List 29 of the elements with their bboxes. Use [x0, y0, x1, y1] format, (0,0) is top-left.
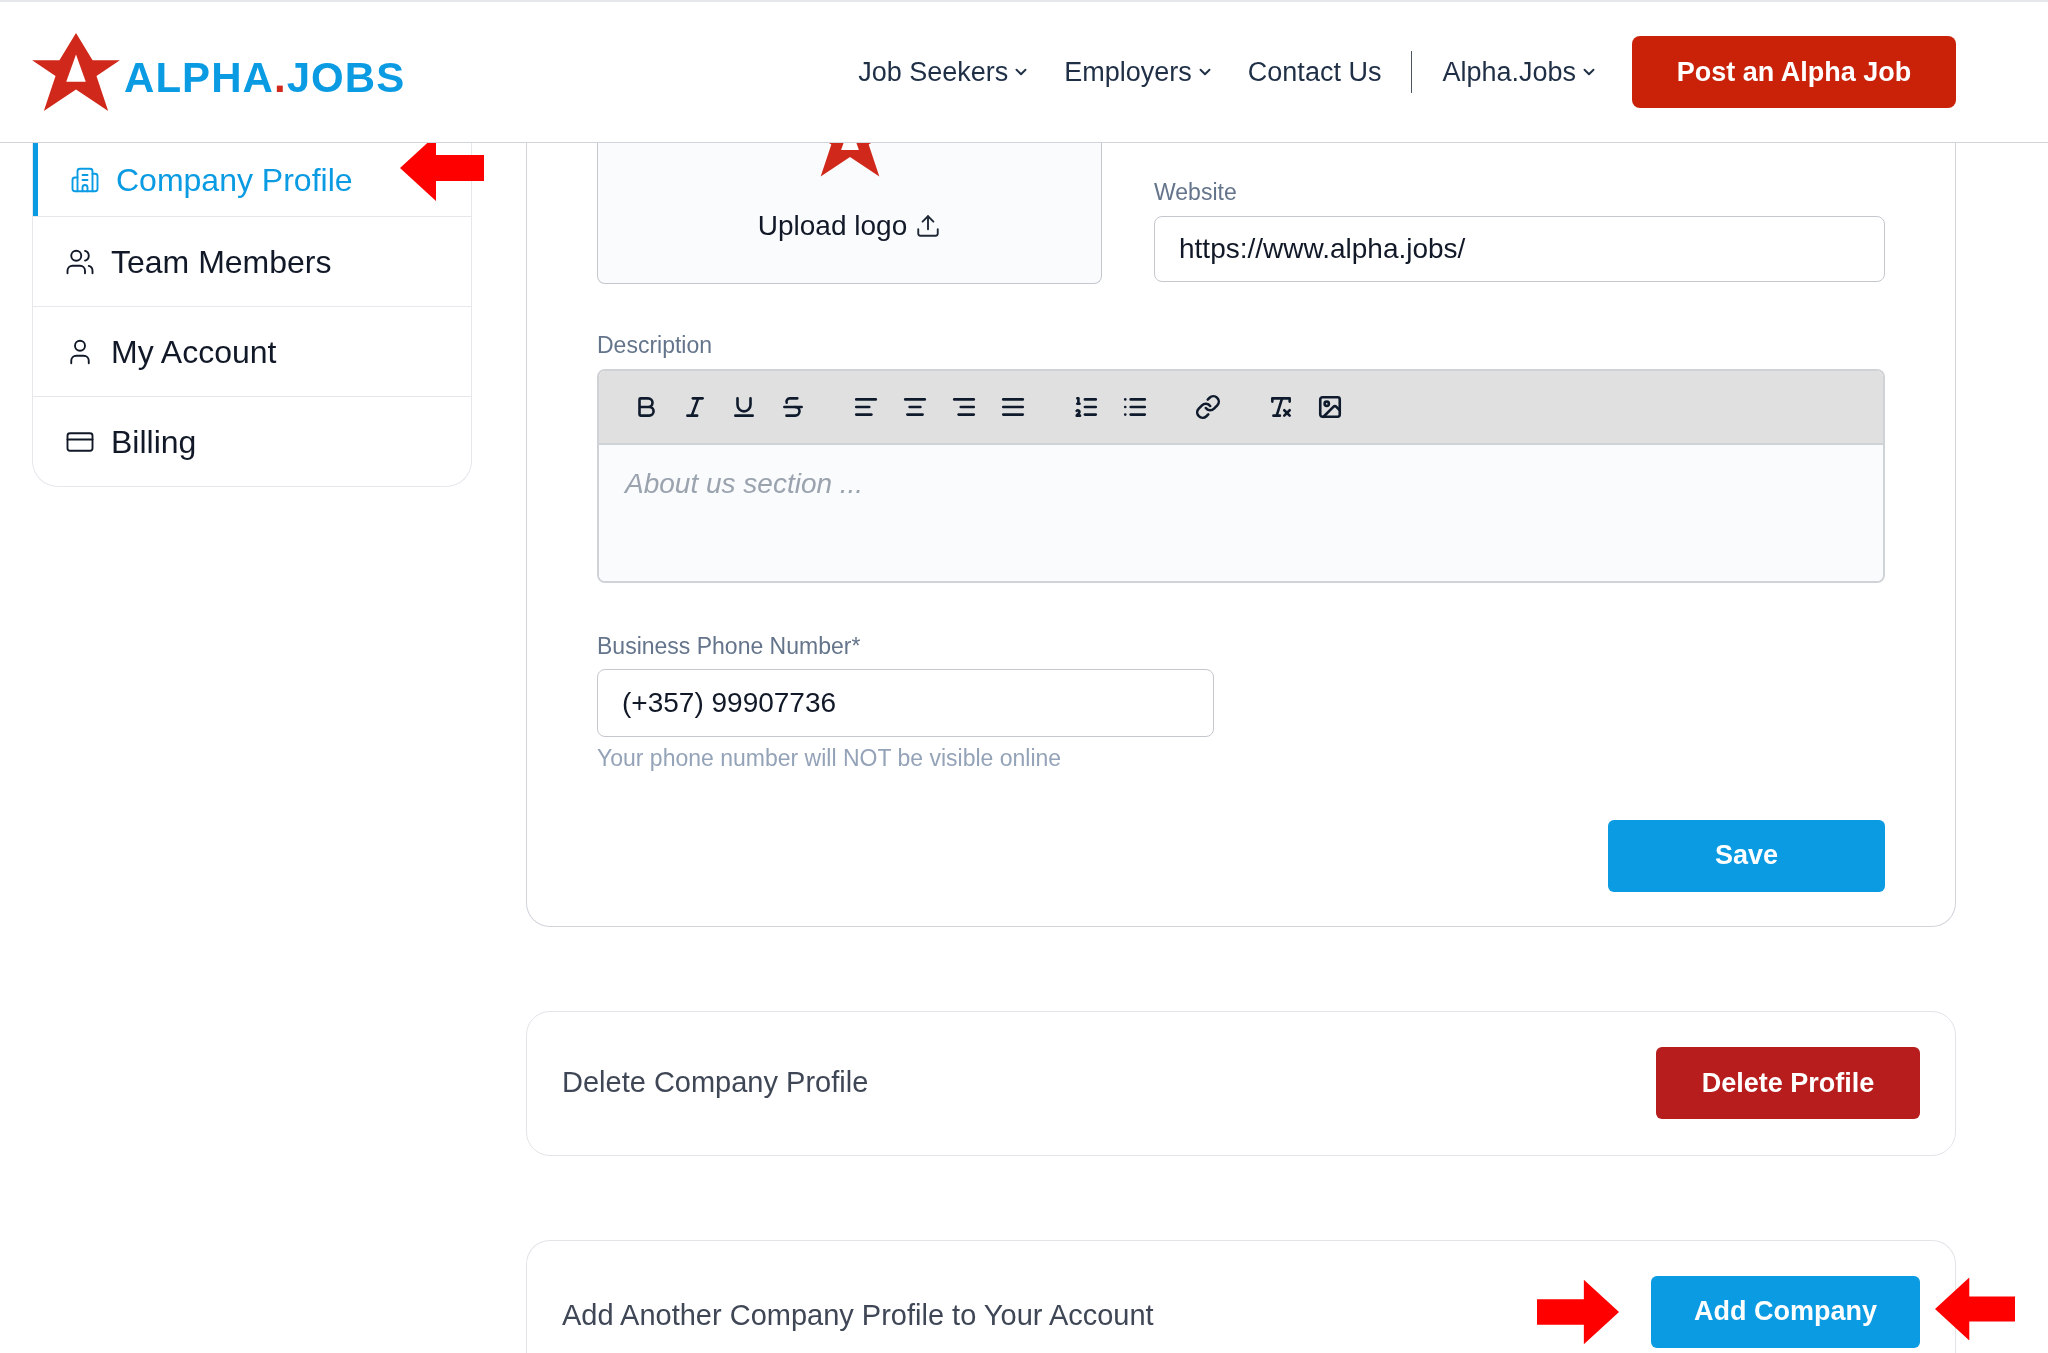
sidebar-item[interactable]: Team Members	[33, 216, 471, 306]
sidebar-item[interactable]: Billing	[33, 396, 471, 486]
section-title: Delete Company Profile	[562, 1065, 869, 1101]
post-job-button[interactable]: Post an Alpha Job	[1632, 36, 1956, 108]
upload-logo-label: Upload logo	[757, 209, 908, 243]
phone-hint: Your phone number will NOT be visible online	[597, 744, 1063, 773]
link-icon	[1194, 393, 1221, 420]
sidebar-item-label: Company Profile	[116, 160, 353, 200]
field-label: Description	[597, 331, 714, 360]
nav-link[interactable]: Employers	[1064, 51, 1214, 93]
nav-link[interactable]: Job Seekers	[858, 51, 1031, 93]
sidebar-item-label: Billing	[111, 422, 197, 462]
upload-logo-area[interactable]: Upload logo	[597, 143, 1102, 284]
section-title: Add Another Company Profile to Your Account	[562, 1297, 1154, 1333]
upload-icon	[915, 213, 942, 239]
sidebar-item-label: Team Members	[111, 242, 332, 282]
delete-profile-button[interactable]: Delete Profile	[1656, 1047, 1920, 1119]
alpha-jobs-logo[interactable]: ALPHA.JOBS	[32, 33, 406, 111]
image-icon	[1316, 393, 1343, 420]
phone-field[interactable]: (+357) 99907736	[597, 669, 1214, 737]
sidebar-item[interactable]: My Account	[33, 306, 471, 396]
field-label: Business Phone Number*	[597, 631, 862, 661]
field-label: Website	[1154, 178, 1238, 207]
nav-link[interactable]: Contact Us	[1247, 51, 1382, 93]
description-field[interactable]: About us section ...	[599, 444, 1883, 581]
nav-link[interactable]: Alpha.Jobs	[1442, 51, 1598, 93]
sidebar-item-label: My Account	[111, 332, 277, 372]
star-logo-icon	[32, 33, 120, 111]
website-field[interactable]: https://www.alpha.jobs/	[1154, 215, 1885, 282]
